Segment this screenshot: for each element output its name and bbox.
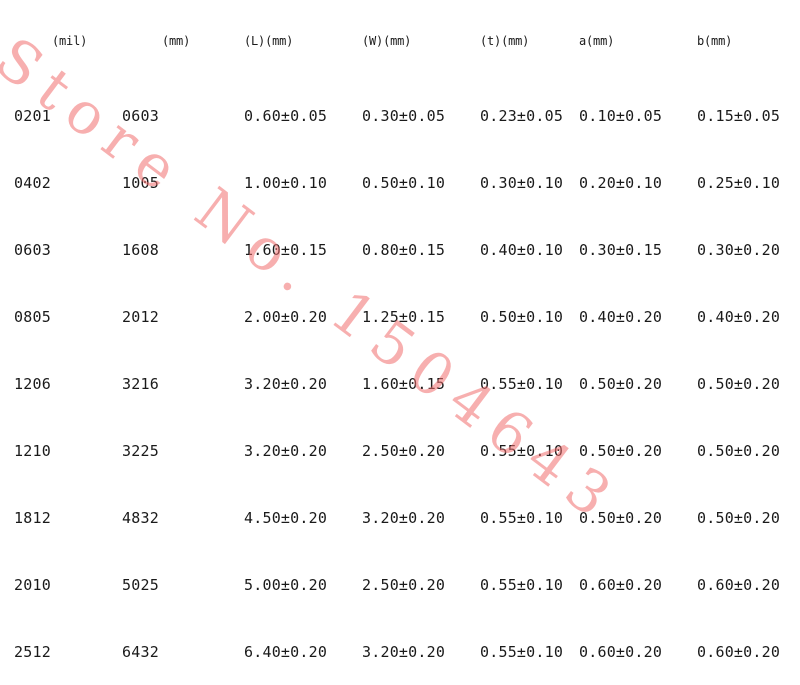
table-row: 1812 4832 4.50±0.20 3.20±0.20 0.55±0.10 0.50±… bbox=[0, 484, 800, 551]
cell-thickness: 0.40±0.10 bbox=[480, 240, 564, 259]
cell-dim-a: 0.60±0.20 bbox=[579, 642, 663, 661]
table-row: 0402 1005 1.00±0.10 0.50±0.10 0.30±0.10 0.20±… bbox=[0, 149, 800, 216]
cell-thickness: 0.55±0.10 bbox=[480, 508, 564, 527]
cell-size-mm: 3216 bbox=[122, 374, 159, 393]
table-row: 0805 2012 2.00±0.20 1.25±0.15 0.50±0.10 0.40±… bbox=[0, 283, 800, 350]
table-row: 1210 3225 3.20±0.20 2.50±0.20 0.55±0.10 0.50±… bbox=[0, 417, 800, 484]
cell-size-mm: 1005 bbox=[122, 173, 159, 192]
cell-dim-a: 0.30±0.15 bbox=[579, 240, 663, 259]
table-row: 0603 1608 1.60±0.15 0.80±0.15 0.40±0.10 0.30±… bbox=[0, 216, 800, 283]
cell-dim-b: 0.15±0.05 bbox=[697, 106, 781, 125]
cell-thickness: 0.50±0.10 bbox=[480, 307, 564, 326]
cell-dim-a: 0.50±0.20 bbox=[579, 374, 663, 393]
cell-size-mm: 2012 bbox=[122, 307, 159, 326]
cell-length: 3.20±0.20 bbox=[244, 441, 328, 460]
spec-page: (mil) (mm) (L)(mm) (W)(mm) (t)(mm) a(mm)… bbox=[0, 0, 800, 678]
cell-dim-b: 0.25±0.10 bbox=[697, 173, 781, 192]
table-row: 2512 6432 6.40±0.20 3.20±0.20 0.55±0.10 0.60±… bbox=[0, 618, 800, 685]
cell-thickness: 0.23±0.05 bbox=[480, 106, 564, 125]
cell-dim-a: 0.10±0.05 bbox=[579, 106, 663, 125]
cell-size-mil: 2010 bbox=[14, 575, 51, 594]
cell-size-mm: 4832 bbox=[122, 508, 159, 527]
cell-dim-a: 0.50±0.20 bbox=[579, 508, 663, 527]
cell-dim-b: 0.60±0.20 bbox=[697, 642, 781, 661]
table-row: 1206 3216 3.20±0.20 1.60±0.15 0.55±0.10 0.50±… bbox=[0, 350, 800, 417]
cell-dim-a: 0.40±0.20 bbox=[579, 307, 663, 326]
cell-thickness: 0.55±0.10 bbox=[480, 642, 564, 661]
header-mm: (mm) bbox=[162, 34, 191, 48]
cell-size-mm: 5025 bbox=[122, 575, 159, 594]
cell-length: 6.40±0.20 bbox=[244, 642, 328, 661]
header-a: a(mm) bbox=[579, 34, 615, 48]
cell-size-mm: 6432 bbox=[122, 642, 159, 661]
cell-length: 1.60±0.15 bbox=[244, 240, 328, 259]
cell-dim-b: 0.60±0.20 bbox=[697, 575, 781, 594]
cell-size-mm: 1608 bbox=[122, 240, 159, 259]
cell-dim-a: 0.20±0.10 bbox=[579, 173, 663, 192]
cell-dim-b: 0.30±0.20 bbox=[697, 240, 781, 259]
table-header: (mil) (mm) (L)(mm) (W)(mm) (t)(mm) a(mm)… bbox=[0, 0, 800, 82]
cell-width: 0.80±0.15 bbox=[362, 240, 446, 259]
cell-width: 3.20±0.20 bbox=[362, 642, 446, 661]
table-body: 0201 0603 0.60±0.05 0.30±0.05 0.23±0.05 0.10±… bbox=[0, 82, 800, 685]
header-thickness: (t)(mm) bbox=[480, 34, 530, 48]
header-row: (mil) (mm) (L)(mm) (W)(mm) (t)(mm) a(mm)… bbox=[0, 0, 800, 82]
cell-size-mil: 0402 bbox=[14, 173, 51, 192]
cell-width: 2.50±0.20 bbox=[362, 575, 446, 594]
cell-dim-b: 0.50±0.20 bbox=[697, 441, 781, 460]
size-spec-table: (mil) (mm) (L)(mm) (W)(mm) (t)(mm) a(mm)… bbox=[0, 0, 800, 685]
header-length: (L)(mm) bbox=[244, 34, 294, 48]
cell-size-mil: 2512 bbox=[14, 642, 51, 661]
header-mil: (mil) bbox=[52, 34, 88, 48]
cell-width: 3.20±0.20 bbox=[362, 508, 446, 527]
cell-size-mil: 0805 bbox=[14, 307, 51, 326]
cell-size-mil: 0603 bbox=[14, 240, 51, 259]
cell-width: 0.30±0.05 bbox=[362, 106, 446, 125]
cell-thickness: 0.55±0.10 bbox=[480, 575, 564, 594]
cell-length: 0.60±0.05 bbox=[244, 106, 328, 125]
cell-size-mil: 0201 bbox=[14, 106, 51, 125]
cell-length: 4.50±0.20 bbox=[244, 508, 328, 527]
cell-length: 3.20±0.20 bbox=[244, 374, 328, 393]
cell-size-mil: 1812 bbox=[14, 508, 51, 527]
cell-size-mm: 3225 bbox=[122, 441, 159, 460]
cell-dim-b: 0.50±0.20 bbox=[697, 508, 781, 527]
cell-dim-a: 0.50±0.20 bbox=[579, 441, 663, 460]
cell-length: 2.00±0.20 bbox=[244, 307, 328, 326]
cell-thickness: 0.55±0.10 bbox=[480, 441, 564, 460]
cell-thickness: 0.55±0.10 bbox=[480, 374, 564, 393]
cell-thickness: 0.30±0.10 bbox=[480, 173, 564, 192]
table-row: 2010 5025 5.00±0.20 2.50±0.20 0.55±0.10 0.60±… bbox=[0, 551, 800, 618]
cell-size-mm: 0603 bbox=[122, 106, 159, 125]
cell-width: 1.60±0.15 bbox=[362, 374, 446, 393]
cell-width: 0.50±0.10 bbox=[362, 173, 446, 192]
cell-width: 2.50±0.20 bbox=[362, 441, 446, 460]
cell-length: 1.00±0.10 bbox=[244, 173, 328, 192]
cell-size-mil: 1206 bbox=[14, 374, 51, 393]
cell-size-mil: 1210 bbox=[14, 441, 51, 460]
cell-dim-b: 0.50±0.20 bbox=[697, 374, 781, 393]
cell-dim-a: 0.60±0.20 bbox=[579, 575, 663, 594]
cell-dim-b: 0.40±0.20 bbox=[697, 307, 781, 326]
header-width: (W)(mm) bbox=[362, 34, 412, 48]
cell-length: 5.00±0.20 bbox=[244, 575, 328, 594]
header-b: b(mm) bbox=[697, 34, 733, 48]
table-row: 0201 0603 0.60±0.05 0.30±0.05 0.23±0.05 0.10±… bbox=[0, 82, 800, 149]
cell-width: 1.25±0.15 bbox=[362, 307, 446, 326]
